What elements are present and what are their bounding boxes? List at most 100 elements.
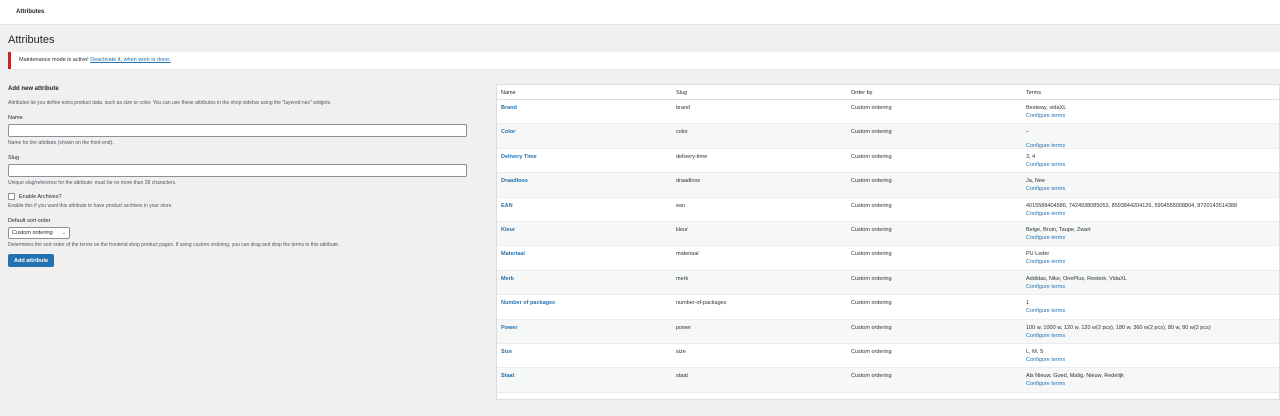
attribute-slug: kleur — [676, 226, 688, 233]
attribute-name-link[interactable]: Number of packages — [501, 300, 555, 306]
attribute-slug: size — [676, 348, 686, 355]
table-body: Brand brand Custom ordering Bestway, vidaXL… — [497, 100, 1279, 393]
add-attribute-form: Add new attribute Attributes let you def… — [8, 86, 468, 267]
configure-terms-link[interactable]: Configure terms — [1026, 235, 1065, 241]
configure-terms-link[interactable]: Configure terms — [1026, 211, 1065, 217]
attribute-slug: number-of-packages — [676, 300, 727, 307]
attribute-name-link[interactable]: Merk — [501, 276, 514, 282]
sort-help: Determines the sort order of the terms o… — [8, 242, 340, 248]
table-row: Color color Custom ordering – Configure term… — [497, 124, 1279, 149]
table-row: Number of packages number-of-packages Cust… — [497, 295, 1279, 320]
configure-terms-link[interactable]: Configure terms — [1026, 308, 1065, 314]
attribute-slug: delivery-time — [676, 153, 708, 160]
table-row: Materiaal materiaal Custom ordering PU Lede… — [497, 246, 1279, 271]
attribute-terms: Als Nieuw, Goed, Matig, Nieuw, Redelijk — [1026, 373, 1124, 380]
maintenance-notice: Maintenance mode is active! Deactivate i… — [8, 52, 1280, 69]
archives-help: Enable this if you want this attribute t… — [8, 203, 173, 209]
top-bar: Attributes — [0, 0, 1280, 25]
configure-terms-link[interactable]: Configure terms — [1026, 284, 1065, 290]
archives-row: Enable Archives? — [8, 193, 468, 200]
attribute-order: Custom ordering — [851, 105, 892, 111]
sort-label: Default sort order — [8, 218, 51, 224]
table-row: EAN ean Custom ordering 4015588404586, 7424… — [497, 198, 1279, 222]
column-terms[interactable]: Terms — [1026, 90, 1041, 96]
archives-label: Enable Archives? — [19, 193, 62, 200]
attribute-slug: staat — [676, 373, 688, 380]
attribute-terms: 100 w, 1000 w, 120 w, 120 w(2 pcs), 180 … — [1026, 324, 1211, 331]
attribute-order: Custom ordering — [851, 324, 892, 331]
attribute-name-link[interactable]: Staat — [501, 373, 514, 379]
attribute-terms: L, M, S — [1026, 348, 1044, 355]
configure-terms-link[interactable]: Configure terms — [1026, 113, 1065, 119]
page-title: Attributes — [8, 34, 55, 46]
attribute-terms: Ja, Nee — [1026, 178, 1045, 185]
attribute-order: Custom ordering — [851, 226, 892, 233]
attribute-name-link[interactable]: Materiaal — [501, 251, 525, 257]
attribute-order: Custom ordering — [851, 373, 892, 380]
column-order[interactable]: Order by — [851, 90, 872, 96]
table-row: Staat staat Custom ordering Als Nieuw, Goed… — [497, 368, 1279, 393]
attribute-name-link[interactable]: EAN — [501, 203, 513, 209]
attribute-name-link[interactable]: Kleur — [501, 227, 515, 233]
column-slug[interactable]: Slug — [676, 90, 687, 96]
notice-text: Maintenance mode is active! Deactivate i… — [19, 57, 171, 63]
name-input[interactable] — [8, 124, 467, 137]
table-row: Size size Custom ordering L, M, S Configure … — [497, 344, 1279, 369]
table-row: Delivery Time delivery-time Custom orderin… — [497, 149, 1279, 174]
configure-terms-link[interactable]: Configure terms — [1026, 186, 1065, 192]
sort-order-value: Custom ordering — [12, 230, 53, 236]
slug-help: Unique slug/reference for the attribute;… — [8, 180, 177, 186]
form-intro: Attributes let you define extra product … — [8, 100, 332, 106]
attribute-order: Custom ordering — [851, 129, 892, 136]
attribute-slug: merk — [676, 275, 689, 282]
sort-order-select[interactable]: Custom ordering ⌄ — [8, 227, 70, 239]
attribute-terms: 4015588404586, 7424938085053, 8593844204… — [1026, 202, 1238, 209]
configure-terms-link[interactable]: Configure terms — [1026, 381, 1065, 387]
table-row: Power power Custom ordering 100 w, 1000 w, … — [497, 319, 1279, 344]
configure-terms-link[interactable]: Configure terms — [1026, 333, 1065, 339]
name-help: Name for the attribute (shown on the fro… — [8, 140, 114, 146]
table-row: Brand brand Custom ordering Bestway, vidaXL… — [497, 100, 1279, 125]
table-header: Name Slug Order by Terms — [497, 85, 1279, 100]
attribute-name-link[interactable]: Brand — [501, 105, 517, 111]
configure-terms-link[interactable]: Configure terms — [1026, 259, 1065, 265]
attribute-slug: color — [676, 129, 688, 136]
attribute-terms: 3, 4 — [1026, 153, 1036, 160]
attribute-order: Custom ordering — [851, 275, 892, 282]
attribute-terms: 1 — [1026, 300, 1030, 307]
form-heading: Add new attribute — [8, 86, 59, 92]
slug-label: Slug — [8, 155, 20, 161]
enable-archives-checkbox[interactable] — [8, 193, 15, 200]
attribute-order: Custom ordering — [851, 202, 892, 209]
configure-terms-link[interactable]: Configure terms — [1026, 357, 1065, 363]
attribute-slug: materiaal — [676, 251, 699, 258]
configure-terms-link[interactable]: Configure terms — [1026, 162, 1065, 168]
attribute-name-link[interactable]: Delivery Time — [501, 154, 537, 160]
attribute-slug: power — [676, 324, 691, 331]
attributes-table: Name Slug Order by Terms Brand brand Custo… — [496, 84, 1280, 400]
attribute-order: Custom ordering — [851, 300, 892, 307]
attribute-name-link[interactable]: Draadloos — [501, 178, 528, 184]
attribute-name-link[interactable]: Power — [501, 325, 518, 331]
column-name[interactable]: Name — [501, 90, 516, 96]
notice-message: Maintenance mode is active! — [19, 57, 89, 63]
name-label: Name — [8, 115, 23, 121]
table-row: Draadloos draadloos Custom ordering Ja, Nee… — [497, 173, 1279, 198]
slug-input[interactable] — [8, 164, 467, 177]
attribute-slug: ean — [676, 202, 686, 209]
attribute-name-link[interactable]: Color — [501, 129, 515, 135]
attribute-name-link[interactable]: Size — [501, 349, 512, 355]
attribute-slug: brand — [676, 105, 691, 111]
attribute-order: Custom ordering — [851, 178, 892, 185]
attribute-terms: Bestway, vidaXL — [1026, 105, 1067, 111]
attribute-order: Custom ordering — [851, 153, 892, 160]
attribute-terms: PU Leder — [1026, 251, 1050, 258]
table-row: Merk merk Custom ordering Addidas, Nike, On… — [497, 270, 1279, 296]
chevron-down-icon: ⌄ — [61, 230, 66, 236]
topbar-title: Attributes — [16, 9, 45, 15]
add-attribute-button[interactable]: Add attribute — [8, 254, 55, 267]
table-row: Kleur kleur Custom ordering Beige, Bruin, T… — [497, 221, 1279, 247]
deactivate-link[interactable]: Deactivate it, when work is done. — [90, 57, 170, 63]
attribute-order: Custom ordering — [851, 251, 892, 258]
attribute-terms: Addidas, Nike, OnePlus, Reebok, VidaXL — [1026, 275, 1127, 282]
